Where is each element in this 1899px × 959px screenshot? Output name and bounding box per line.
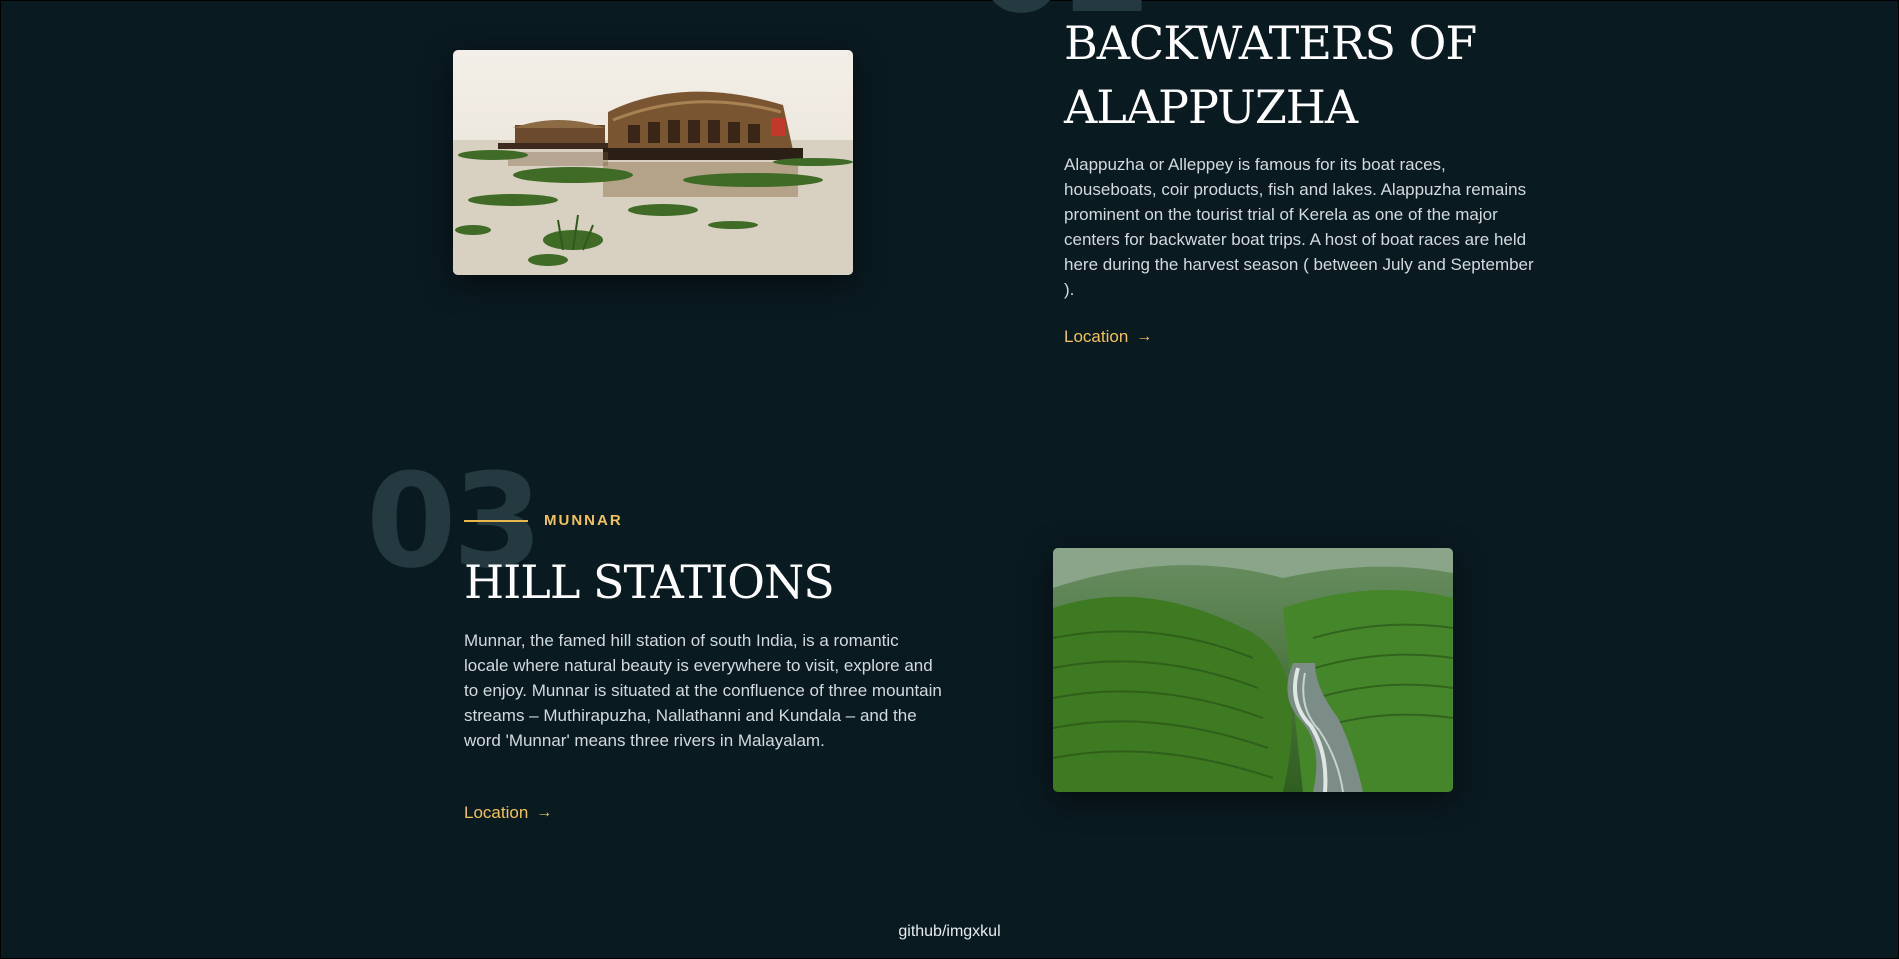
location-link-label: Location — [1064, 327, 1129, 346]
hill-stations-image — [1053, 548, 1453, 792]
location-link-backwaters[interactable]: Location → — [1064, 327, 1152, 347]
location-link-hill-stations[interactable]: Location → — [464, 803, 552, 823]
arrow-right-icon: → — [1136, 328, 1153, 345]
section-description-backwaters: Alappuzha or Alleppey is famous for its … — [1064, 155, 1534, 299]
section-eyebrow: MUNNAR — [464, 512, 623, 529]
footer-credit: github/imgxkul — [898, 923, 1001, 940]
arrow-right-icon: → — [536, 804, 553, 821]
section-title-backwaters: BACKWATERS OF ALAPPUZHA — [1064, 11, 1484, 139]
section-title-hill-stations: HILL STATIONS — [464, 555, 835, 609]
eyebrow-label: MUNNAR — [544, 512, 623, 529]
eyebrow-divider — [464, 519, 528, 522]
backwaters-image — [453, 50, 853, 275]
title-line-2: ALAPPUZHA — [1064, 80, 1358, 134]
title-line-1: BACKWATERS OF — [1064, 16, 1477, 70]
location-link-label: Location — [464, 803, 529, 822]
section-description-hill-stations: Munnar, the famed hill station of south … — [464, 631, 942, 750]
